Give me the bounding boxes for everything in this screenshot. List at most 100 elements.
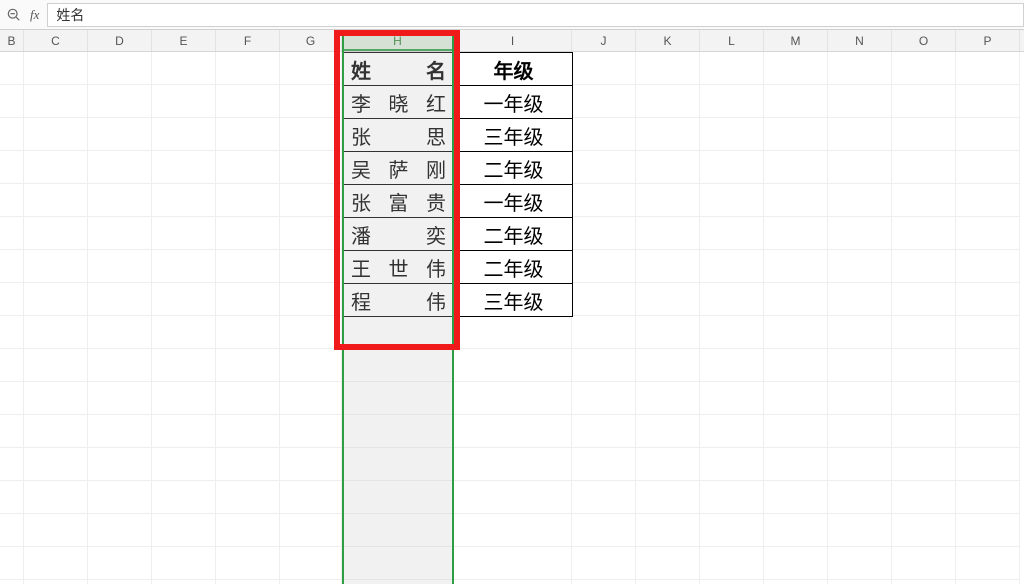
cell[interactable] (152, 382, 216, 415)
cell[interactable] (956, 580, 1020, 584)
cell[interactable] (956, 52, 1020, 85)
cell[interactable] (764, 151, 828, 184)
cell[interactable] (636, 382, 700, 415)
cell[interactable] (24, 283, 88, 316)
cell[interactable] (892, 85, 956, 118)
cell[interactable] (216, 151, 280, 184)
cell[interactable] (454, 580, 572, 584)
cell[interactable] (572, 382, 636, 415)
cell[interactable] (956, 118, 1020, 151)
cell[interactable] (636, 316, 700, 349)
cell[interactable] (280, 118, 342, 151)
cell[interactable] (152, 316, 216, 349)
cell[interactable] (572, 217, 636, 250)
cell[interactable] (828, 415, 892, 448)
cell[interactable] (280, 250, 342, 283)
cell[interactable] (572, 85, 636, 118)
cell[interactable] (216, 85, 280, 118)
cell[interactable] (152, 184, 216, 217)
cell[interactable] (572, 250, 636, 283)
cell-grade[interactable]: 二年级 (455, 218, 573, 251)
cell[interactable] (24, 481, 88, 514)
cell[interactable] (572, 547, 636, 580)
cell[interactable] (636, 514, 700, 547)
cell[interactable] (342, 481, 454, 514)
cell[interactable] (152, 580, 216, 584)
cell[interactable] (0, 481, 24, 514)
cell[interactable] (24, 415, 88, 448)
cell[interactable] (24, 118, 88, 151)
cell[interactable] (700, 217, 764, 250)
cell[interactable] (24, 250, 88, 283)
col-header-I[interactable]: I (454, 30, 572, 51)
cell[interactable] (828, 151, 892, 184)
cell[interactable] (572, 415, 636, 448)
cell[interactable] (636, 85, 700, 118)
col-header-J[interactable]: J (572, 30, 636, 51)
cell[interactable] (216, 448, 280, 481)
cell[interactable] (0, 316, 24, 349)
cell[interactable] (828, 316, 892, 349)
cell[interactable] (700, 580, 764, 584)
cell[interactable] (216, 52, 280, 85)
cell[interactable] (88, 316, 152, 349)
cell[interactable] (700, 283, 764, 316)
cell[interactable] (216, 415, 280, 448)
cell[interactable] (88, 448, 152, 481)
cell[interactable] (764, 481, 828, 514)
cell[interactable] (764, 382, 828, 415)
cell[interactable] (956, 415, 1020, 448)
cell[interactable] (280, 151, 342, 184)
cell[interactable] (88, 283, 152, 316)
cell[interactable] (216, 514, 280, 547)
cell[interactable] (0, 250, 24, 283)
cell[interactable] (636, 184, 700, 217)
header-grade[interactable]: 年级 (455, 53, 573, 86)
cell[interactable] (764, 349, 828, 382)
cell[interactable] (24, 547, 88, 580)
cell[interactable] (24, 217, 88, 250)
cell[interactable] (454, 316, 572, 349)
cell[interactable] (88, 349, 152, 382)
cell[interactable] (0, 547, 24, 580)
cell[interactable] (88, 250, 152, 283)
fx-label[interactable]: fx (28, 7, 41, 23)
cell[interactable] (828, 349, 892, 382)
cell-name[interactable]: 潘 奕 (343, 218, 455, 251)
cell[interactable] (956, 547, 1020, 580)
cell[interactable] (572, 118, 636, 151)
cell[interactable] (892, 52, 956, 85)
cell-name[interactable]: 吴 萨 刚 (343, 152, 455, 185)
cell[interactable] (24, 151, 88, 184)
cell[interactable] (152, 250, 216, 283)
cell[interactable] (828, 217, 892, 250)
cell[interactable] (956, 85, 1020, 118)
cell[interactable] (636, 481, 700, 514)
cell[interactable] (700, 85, 764, 118)
cell-name[interactable]: 王 世 伟 (343, 251, 455, 284)
cell[interactable] (956, 151, 1020, 184)
formula-input[interactable] (47, 3, 1024, 27)
col-header-F[interactable]: F (216, 30, 280, 51)
cell[interactable] (454, 448, 572, 481)
cell[interactable] (0, 85, 24, 118)
cell[interactable] (0, 514, 24, 547)
cell[interactable] (572, 316, 636, 349)
cell[interactable] (764, 580, 828, 584)
cell[interactable] (828, 481, 892, 514)
cell[interactable] (764, 514, 828, 547)
cell[interactable] (280, 316, 342, 349)
cell[interactable] (828, 382, 892, 415)
cell[interactable] (572, 481, 636, 514)
cell[interactable] (636, 250, 700, 283)
col-header-L[interactable]: L (700, 30, 764, 51)
cell[interactable] (764, 184, 828, 217)
cell[interactable] (280, 382, 342, 415)
cell[interactable] (0, 118, 24, 151)
col-header-O[interactable]: O (892, 30, 956, 51)
cell[interactable] (636, 349, 700, 382)
cell[interactable] (88, 415, 152, 448)
cell[interactable] (280, 481, 342, 514)
cell[interactable] (342, 382, 454, 415)
cell[interactable] (216, 349, 280, 382)
